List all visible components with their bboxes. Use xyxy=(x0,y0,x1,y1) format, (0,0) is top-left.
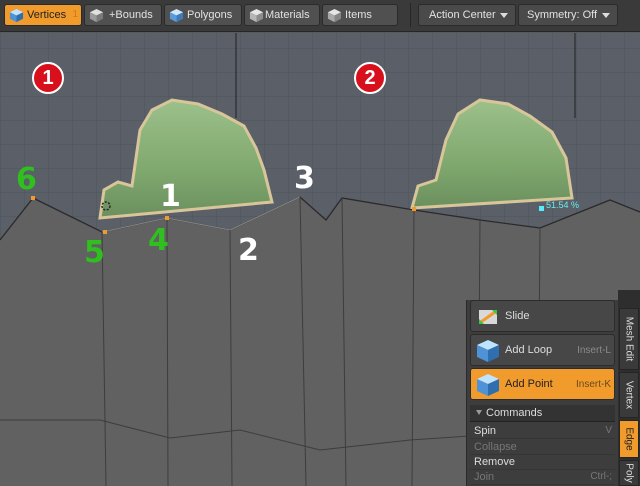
new-point-marker xyxy=(539,206,544,211)
join-command[interactable]: Join Ctrl-; xyxy=(470,470,615,485)
join-label: Join xyxy=(474,471,495,483)
tab-mesh-edit-label: Mesh Edit xyxy=(623,316,635,362)
collapse-arrow-icon xyxy=(476,410,482,415)
action-center-dropdown[interactable]: Action Center xyxy=(418,4,516,26)
slide-label: Slide xyxy=(505,310,530,322)
spin-label: Spin xyxy=(474,425,497,437)
collapse-label: Collapse xyxy=(474,441,517,453)
commands-header-label: Commands xyxy=(486,407,543,419)
polygons-mode-button[interactable]: Polygons xyxy=(164,4,242,26)
cube-icon xyxy=(9,8,24,23)
cube-icon xyxy=(89,8,104,23)
spin-command[interactable]: Spin V xyxy=(470,424,615,439)
slide-tool-button[interactable]: Slide xyxy=(470,300,615,332)
add-loop-button[interactable]: Add Loop Insert-L xyxy=(470,334,615,366)
tab-vertex-label: Vertex xyxy=(623,380,635,410)
cube-icon xyxy=(249,8,264,23)
polygons-label: Polygons xyxy=(187,9,233,21)
selection-count: 1 xyxy=(72,9,78,20)
cube-icon xyxy=(477,340,499,362)
tab-edge-label: Edge xyxy=(623,427,635,451)
chevron-down-icon xyxy=(500,13,508,18)
cube-icon xyxy=(477,374,499,396)
spin-shortcut: V xyxy=(605,425,612,436)
bounds-label: +Bounds xyxy=(109,9,153,21)
vertex-label-3: 3 xyxy=(294,161,315,196)
tab-poly[interactable]: Poly xyxy=(619,460,639,486)
items-label: Items xyxy=(345,9,372,21)
cube-icon xyxy=(327,8,342,23)
symmetry-dropdown[interactable]: Symmetry: Off xyxy=(518,4,618,26)
items-mode-button[interactable]: Items xyxy=(322,4,398,26)
add-point-button[interactable]: Add Point Insert-K xyxy=(470,368,615,400)
add-point-shortcut: Insert-K xyxy=(575,379,611,390)
tab-poly-label: Poly xyxy=(623,463,635,483)
remove-label: Remove xyxy=(474,456,515,468)
toolbar: Vertices 1 +Bounds Polygons Materials It… xyxy=(0,0,640,32)
tab-edge[interactable]: Edge xyxy=(619,420,639,458)
join-shortcut: Ctrl-; xyxy=(590,471,612,482)
slide-icon xyxy=(479,310,497,324)
step-badge-2: 2 xyxy=(354,62,386,94)
vertex-label-4: 4 xyxy=(148,223,169,258)
slide-percent-readout: 51.54 % xyxy=(546,200,580,210)
vertex-label-6: 6 xyxy=(16,162,37,197)
vertex-label-1: 1 xyxy=(160,179,181,214)
bounds-mode-button[interactable]: +Bounds xyxy=(84,4,162,26)
collapse-command[interactable]: Collapse xyxy=(470,440,615,455)
chevron-down-icon xyxy=(602,13,610,18)
action-center-label: Action Center xyxy=(429,9,496,21)
vertical-tab-strip: Mesh Edit Vertex Edge Poly xyxy=(618,290,640,486)
commands-section-header[interactable]: Commands xyxy=(470,405,615,422)
vertex-label-2: 2 xyxy=(238,233,259,268)
tab-mesh-edit[interactable]: Mesh Edit xyxy=(619,308,639,370)
cube-icon xyxy=(169,8,184,23)
remove-command[interactable]: Remove xyxy=(470,455,615,470)
materials-label: Materials xyxy=(265,9,310,21)
symmetry-label: Symmetry: Off xyxy=(527,9,598,21)
step-badge-1: 1 xyxy=(32,62,64,94)
vertex-label-5: 5 xyxy=(84,235,105,270)
materials-mode-button[interactable]: Materials xyxy=(244,4,320,26)
add-loop-shortcut: Insert-L xyxy=(577,345,611,356)
add-point-label: Add Point xyxy=(505,378,553,390)
add-loop-label: Add Loop xyxy=(505,344,553,356)
toolbar-divider xyxy=(410,3,411,27)
vertices-label: Vertices xyxy=(27,9,67,21)
tab-vertex[interactable]: Vertex xyxy=(619,372,639,418)
vertices-mode-button[interactable]: Vertices 1 xyxy=(4,4,82,26)
